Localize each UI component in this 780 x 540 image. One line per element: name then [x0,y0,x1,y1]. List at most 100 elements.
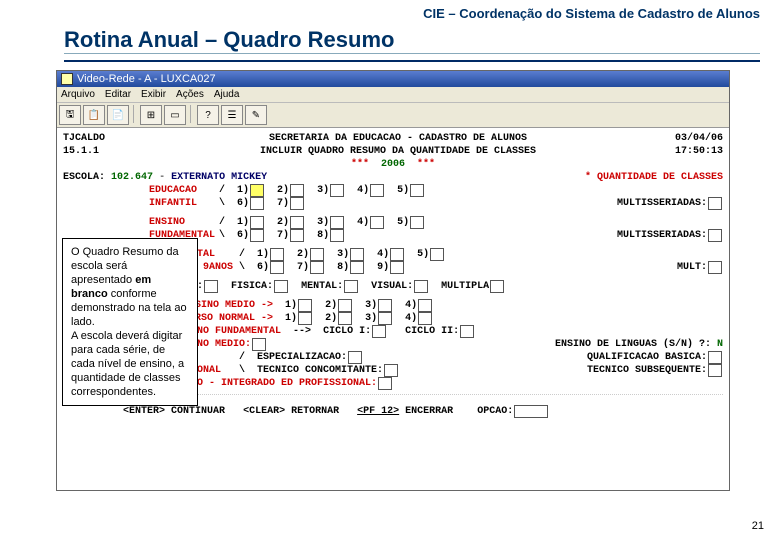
input-fc-1[interactable] [270,248,284,261]
input-fc-3[interactable] [350,248,364,261]
toolbar-sep [190,105,193,123]
menubar: Arquivo Editar Exibir Ações Ajuda [57,87,729,103]
arrow: --> [293,325,311,338]
input-qual[interactable] [708,351,722,364]
input-fc-8[interactable] [350,261,364,274]
toolbar-sep [133,105,136,123]
input-fc-6[interactable] [270,261,284,274]
input-esp[interactable] [348,351,362,364]
ef8: 8) [317,229,329,242]
input-men[interactable] [344,280,358,293]
input-c2[interactable] [460,325,474,338]
menu-arquivo[interactable]: Arquivo [61,89,95,100]
menu-editar[interactable]: Editar [105,89,131,100]
note-icon[interactable]: ✎ [245,105,267,125]
save-icon[interactable]: 🖫 [59,105,81,125]
input-fc-7[interactable] [310,261,324,274]
input-ef-6[interactable] [250,229,264,242]
input-vis[interactable] [414,280,428,293]
ciclo2: CICLO II: [405,325,459,338]
input-fc-5[interactable] [430,248,444,261]
grid-icon[interactable]: ⊞ [140,105,162,125]
input-cn-2[interactable] [338,312,352,325]
input-ef-3[interactable] [330,216,344,229]
lbl-tecc: \ TECNICO CONCOMITANTE: [239,364,383,377]
input-ei-multi[interactable] [708,197,722,210]
s3: 3) [317,184,329,197]
input-em-1[interactable] [298,299,312,312]
def-mul: MULTIPLA [441,280,489,293]
input-cn-1[interactable] [298,312,312,325]
term-time: 17:50:13 [653,145,723,158]
linguas-val: N [717,338,723,351]
key-enter: <ENTER> [123,405,165,418]
input-ef-7[interactable] [290,229,304,242]
input-int[interactable] [378,377,392,390]
input-tecs[interactable] [708,364,722,377]
fc3: 3) [337,248,349,261]
cn2: 2) [325,312,337,325]
sheet-icon[interactable]: ▭ [164,105,186,125]
input-eja-em[interactable] [252,338,266,351]
term-date: 03/04/06 [653,132,723,145]
input-ef-4[interactable] [370,216,384,229]
input-em-2[interactable] [338,299,352,312]
menu-acoes[interactable]: Ações [176,89,204,100]
input-ef-1[interactable] [250,216,264,229]
input-ei-1[interactable] [250,184,264,197]
input-fc-9[interactable] [390,261,404,274]
em3: 3) [365,299,377,312]
s7: 7) [277,197,289,210]
em2: 2) [325,299,337,312]
lbl-linguas: ENSINO DE LINGUAS (S/N) ?: [555,338,711,351]
input-ei-7[interactable] [290,197,304,210]
input-tecc[interactable] [384,364,398,377]
input-fc-4[interactable] [390,248,404,261]
menu-exibir[interactable]: Exibir [141,89,166,100]
input-ei-2[interactable] [290,184,304,197]
ef6: \ 6) [219,229,249,242]
input-em-4[interactable] [418,299,432,312]
input-em-3[interactable] [378,299,392,312]
input-ei-3[interactable] [330,184,344,197]
term-user: TJCALDO [63,132,143,145]
help-icon[interactable]: ? [197,105,219,125]
key-clear: <CLEAR> [243,405,285,418]
fc2: 2) [297,248,309,261]
input-ei-5[interactable] [410,184,424,197]
term-hdr2: INCLUIR QUADRO RESUMO DA QUANTIDADE DE C… [143,145,653,158]
input-fc-mult[interactable] [708,261,722,274]
list-icon[interactable]: ☰ [221,105,243,125]
lbl-infantil: INFANTIL [149,197,219,210]
stars: *** [417,158,435,171]
input-fc-2[interactable] [310,248,324,261]
note-t3: A escola deverá digitar para cada série,… [71,330,184,398]
input-c1[interactable] [372,325,386,338]
input-opcao[interactable] [514,405,548,418]
ciclo1: CICLO I: [323,325,371,338]
s5: 5) [397,184,409,197]
input-mul[interactable] [490,280,504,293]
input-cn-3[interactable] [378,312,392,325]
ef3: 3) [317,216,329,229]
input-ef-8[interactable] [330,229,344,242]
lbl-tecs: TECNICO SUBSEQUENTE: [587,364,707,377]
input-ei-4[interactable] [370,184,384,197]
input-aud[interactable] [204,280,218,293]
toolbar: 🖫 📋 📄 ⊞ ▭ ? ☰ ✎ [57,103,729,128]
input-ef-5[interactable] [410,216,424,229]
escola-label: ESCOLA: [63,171,105,184]
lbl-multi: MULTISSERIADAS: [617,197,707,210]
paste-icon[interactable]: 📄 [107,105,129,125]
copy-icon[interactable]: 📋 [83,105,105,125]
menu-ajuda[interactable]: Ajuda [214,89,240,100]
s1: / 1) [219,184,249,197]
page-number: 21 [752,520,764,532]
input-ef-2[interactable] [290,216,304,229]
app-icon [61,73,73,85]
em1: 1) [285,299,297,312]
input-fis[interactable] [274,280,288,293]
input-ei-6[interactable] [250,197,264,210]
input-ef-multi[interactable] [708,229,722,242]
input-cn-4[interactable] [418,312,432,325]
